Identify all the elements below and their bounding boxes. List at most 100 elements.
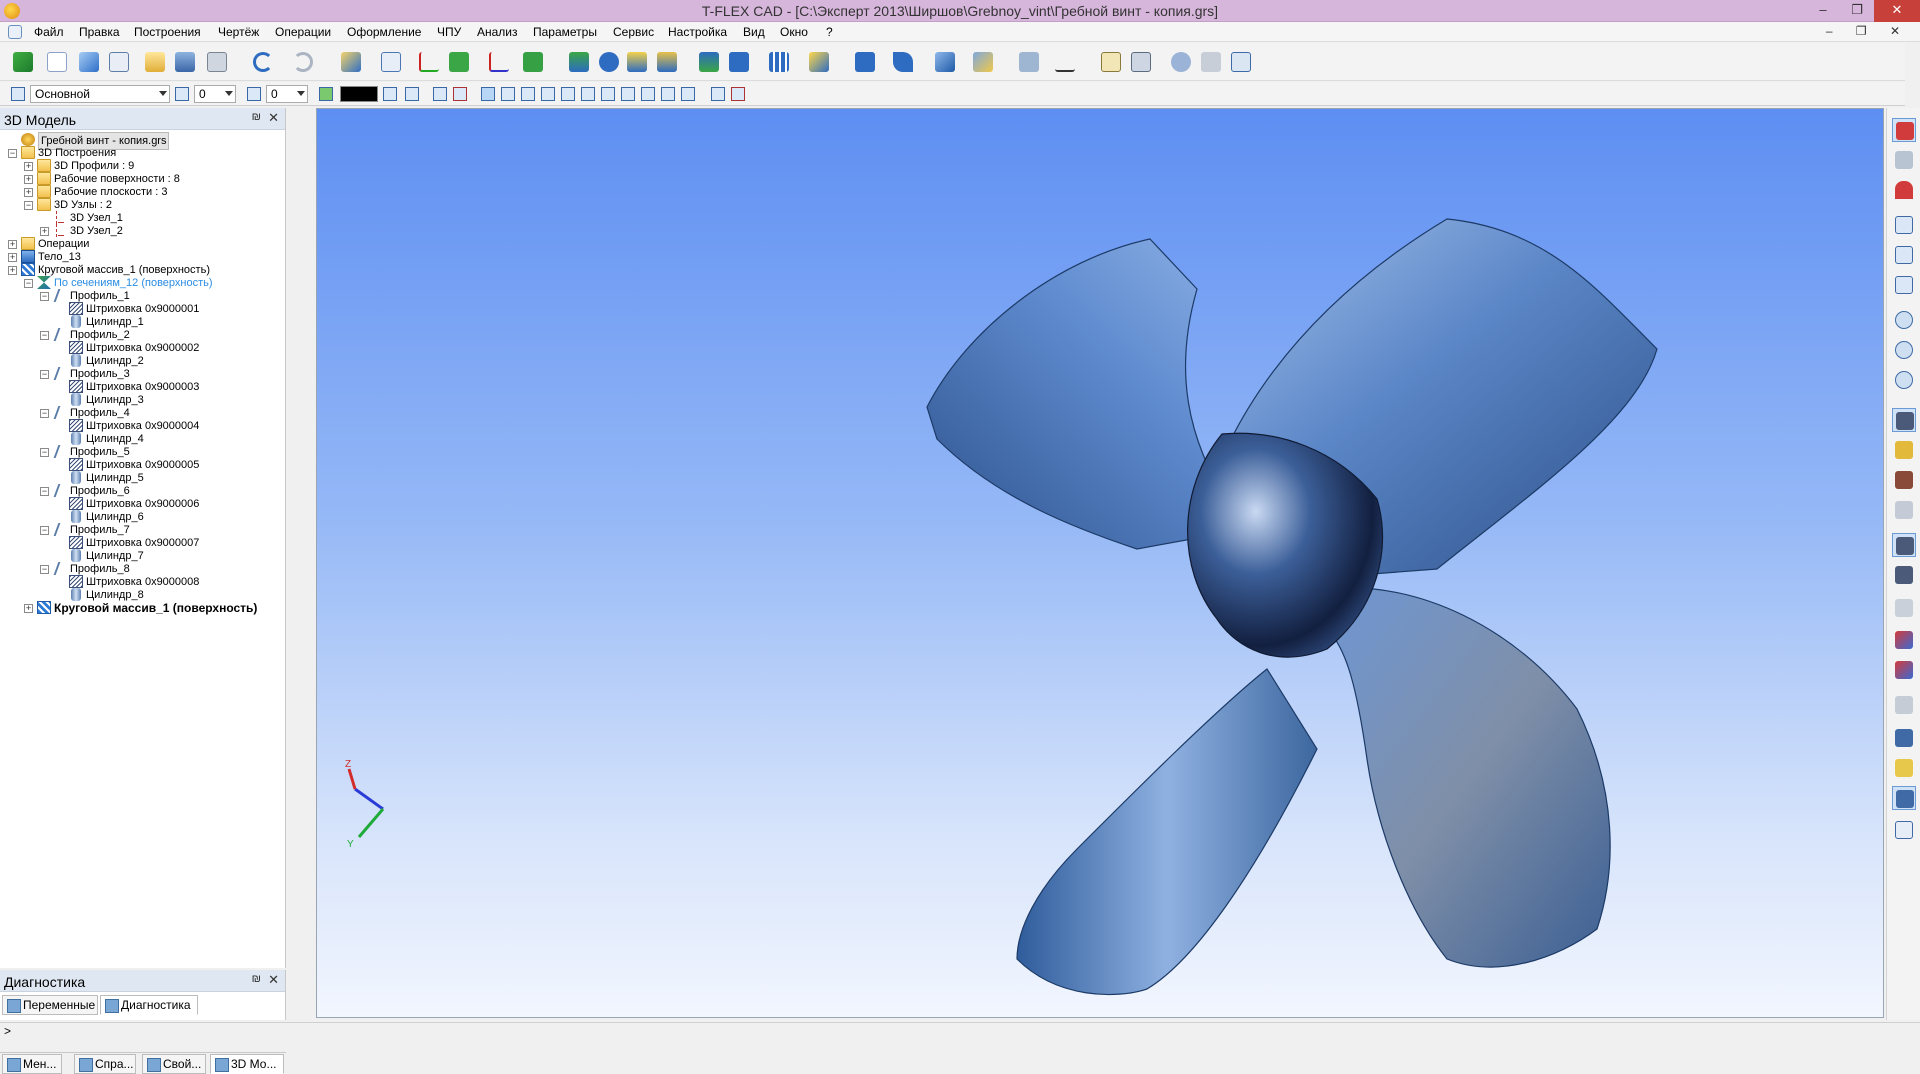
print-icon[interactable] — [204, 49, 230, 75]
measure-icon[interactable] — [338, 49, 364, 75]
workplane-icon[interactable] — [378, 49, 404, 75]
pin-icon[interactable]: ₪ — [252, 111, 261, 123]
minimize-button[interactable]: – — [1806, 0, 1840, 22]
hide-icon[interactable] — [730, 86, 748, 102]
window-icon[interactable] — [1228, 49, 1254, 75]
check-surface-icon[interactable] — [1892, 658, 1916, 682]
expand-icon[interactable]: + — [8, 266, 17, 275]
level-combo[interactable]: 0 — [266, 85, 308, 103]
expand-icon[interactable]: + — [24, 175, 33, 184]
save-icon[interactable] — [172, 49, 198, 75]
menu-operations[interactable]: Операции — [275, 25, 331, 39]
menu-parameters[interactable]: Параметры — [533, 25, 597, 39]
layer-combo[interactable]: 0 — [194, 85, 236, 103]
filter-select-11-icon[interactable] — [680, 86, 698, 102]
menu-design[interactable]: Оформление — [347, 25, 421, 39]
filter-select-10-icon[interactable] — [660, 86, 678, 102]
undo-icon[interactable] — [250, 49, 276, 75]
loft-icon[interactable] — [624, 49, 650, 75]
check-body-icon[interactable] — [1892, 628, 1916, 652]
expand-icon[interactable]: + — [24, 188, 33, 197]
zoom-in-icon[interactable] — [1892, 308, 1916, 332]
expand-icon[interactable]: + — [8, 240, 17, 249]
sweep-icon[interactable] — [654, 49, 680, 75]
collapse-icon[interactable]: − — [40, 331, 49, 340]
menu-analysis[interactable]: Анализ — [477, 25, 518, 39]
fillet-icon[interactable] — [726, 49, 752, 75]
magnet-snap-icon[interactable] — [1892, 118, 1916, 142]
filter-select-2-icon[interactable] — [500, 86, 518, 102]
document-icon[interactable] — [8, 25, 22, 39]
filter-select-5-icon[interactable] — [560, 86, 578, 102]
tab-variables[interactable]: Переменные — [2, 995, 98, 1015]
zoom-window-icon[interactable] — [1098, 49, 1124, 75]
checkmark-icon[interactable] — [10, 49, 36, 75]
shell-icon[interactable] — [806, 49, 832, 75]
zoom-fit-icon[interactable] — [1892, 213, 1916, 237]
tab-diagnostics[interactable]: Диагностика — [100, 995, 198, 1015]
collapse-icon[interactable]: − — [8, 149, 17, 158]
link-icon[interactable] — [1168, 49, 1194, 75]
3d-profile-icon[interactable] — [486, 49, 512, 75]
collapse-icon[interactable]: − — [40, 448, 49, 457]
new-drawing-icon[interactable] — [106, 49, 132, 75]
menu-settings[interactable]: Настройка — [668, 25, 727, 39]
filter-icon[interactable] — [382, 86, 400, 102]
snap-off-icon[interactable] — [1892, 148, 1916, 172]
rotate-icon[interactable] — [596, 49, 622, 75]
zoom-previous-icon[interactable] — [1892, 368, 1916, 392]
boolean-icon[interactable] — [696, 49, 722, 75]
3d-node-icon[interactable] — [446, 49, 472, 75]
section-view-icon[interactable] — [1016, 49, 1042, 75]
close-button[interactable]: ✕ — [1874, 0, 1920, 22]
wireframe-view-icon[interactable] — [1892, 756, 1916, 780]
workplane-2-icon[interactable] — [520, 49, 546, 75]
zoom-extents-icon[interactable] — [1892, 243, 1916, 267]
expand-icon[interactable]: + — [8, 253, 17, 262]
close-icon[interactable]: ✕ — [268, 972, 279, 988]
menu-file[interactable]: Файл — [34, 25, 64, 39]
color-swatch[interactable] — [340, 86, 378, 102]
show-dimensions-icon[interactable] — [1892, 438, 1916, 462]
collapse-icon[interactable]: − — [40, 370, 49, 379]
collapse-icon[interactable]: − — [24, 201, 33, 210]
expand-icon[interactable]: + — [40, 227, 49, 236]
coordinate-system-icon[interactable] — [416, 49, 442, 75]
style-combo[interactable]: Основной — [30, 85, 170, 103]
menu-construct[interactable]: Построения — [134, 25, 201, 39]
3d-viewport[interactable]: Z Y — [316, 108, 1884, 1018]
menu-cnc[interactable]: ЧПУ — [437, 25, 461, 39]
new-file-icon[interactable] — [44, 49, 70, 75]
filter-select-6-icon[interactable] — [580, 86, 598, 102]
expand-icon[interactable]: + — [24, 162, 33, 171]
menu-edit[interactable]: Правка — [79, 25, 120, 39]
extrude-icon[interactable] — [566, 49, 592, 75]
delete-snap-icon[interactable] — [452, 86, 470, 102]
show-planes-icon[interactable] — [1892, 498, 1916, 522]
magnet-icon[interactable] — [1892, 178, 1916, 202]
menu-drawing[interactable]: Чертёж — [218, 25, 259, 39]
section-icon[interactable] — [1892, 693, 1916, 717]
menu-help[interactable]: ? — [826, 25, 833, 39]
zoom-window-icon[interactable] — [1892, 273, 1916, 297]
collapse-icon[interactable]: − — [40, 565, 49, 574]
collapse-icon[interactable]: − — [40, 487, 49, 496]
tab-menu[interactable]: Мен... — [2, 1054, 62, 1074]
frame-view-icon[interactable] — [1892, 818, 1916, 842]
show-nodes-icon[interactable] — [1892, 408, 1916, 432]
show-axes-icon[interactable] — [1892, 533, 1916, 557]
pin-icon[interactable]: ₪ — [252, 973, 261, 985]
filter-select-3-icon[interactable] — [520, 86, 538, 102]
panel-splitter[interactable] — [288, 108, 316, 1020]
zoom-out-icon[interactable] — [1892, 338, 1916, 362]
filter-select-4-icon[interactable] — [540, 86, 558, 102]
model-tree[interactable]: Гребной винт - копия.grs −3D Построения +3… — [0, 132, 284, 932]
dimension-icon[interactable] — [1052, 49, 1078, 75]
mdi-window-controls[interactable]: – ❐ ✕ — [1826, 24, 1910, 38]
collapse-icon[interactable]: − — [40, 526, 49, 535]
copy-icon[interactable] — [1892, 596, 1916, 620]
surface-icon[interactable] — [890, 49, 916, 75]
menu-view[interactable]: Вид — [743, 25, 765, 39]
tools-icon[interactable] — [1198, 49, 1224, 75]
filter-select-8-icon[interactable] — [620, 86, 638, 102]
